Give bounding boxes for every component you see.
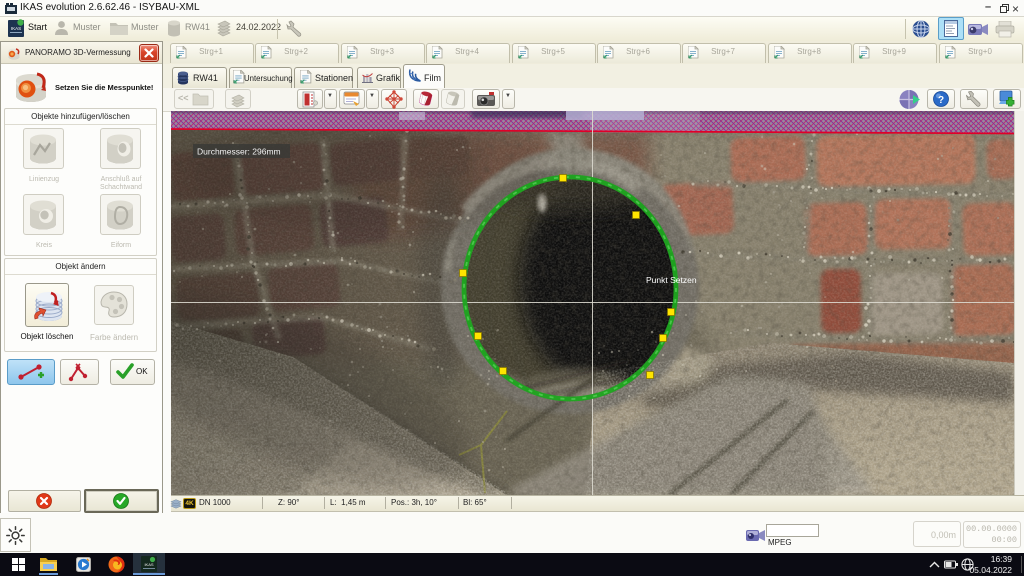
svg-text:IKAS: IKAS	[11, 26, 21, 31]
svg-text:?: ?	[938, 95, 944, 106]
svg-text:IKAS: IKAS	[144, 562, 153, 567]
svg-text:Durchmesser: 296mm: Durchmesser: 296mm	[197, 147, 281, 157]
svg-text:Punkt Setzen: Punkt Setzen	[646, 275, 697, 285]
